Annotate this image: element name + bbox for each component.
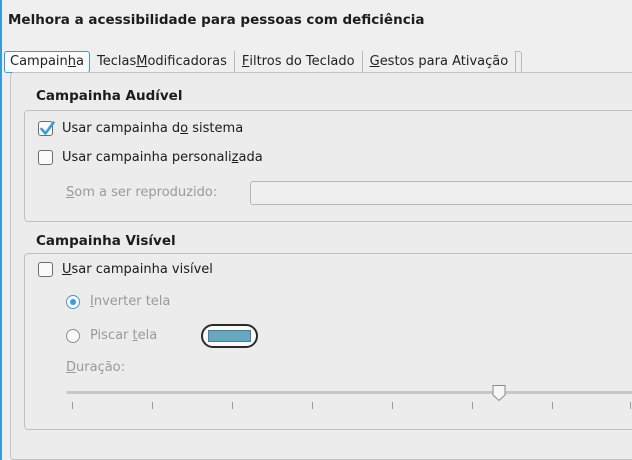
- tab-bar-end: [516, 51, 523, 73]
- custom-bell-label: Usar campainha personalizada: [62, 150, 263, 165]
- use-visible-bell-checkbox-row[interactable]: Usar campainha visível: [38, 262, 213, 277]
- use-visible-mnemonic: U: [62, 262, 72, 277]
- custom-bell-label-post: ada: [238, 150, 263, 165]
- sound-file-field[interactable]: [250, 181, 632, 205]
- slider-tick: [312, 402, 313, 409]
- duration-slider-track[interactable]: [66, 391, 632, 394]
- checkmark-icon: [40, 121, 55, 135]
- tab-activation-gestures[interactable]: Gestos para Ativação: [363, 51, 517, 73]
- system-bell-label: Usar campainha do sistema: [62, 121, 243, 136]
- tab-filters-label-post: iltros do Teclado: [249, 54, 355, 69]
- tab-modifier-keys[interactable]: Teclas Modificadoras: [90, 51, 235, 73]
- tab-gestures-mnemonic: G: [369, 54, 380, 69]
- system-bell-checkbox[interactable]: [38, 121, 55, 136]
- system-bell-label-post: sistema: [188, 121, 244, 136]
- flash-label-post: ela: [137, 328, 158, 343]
- tab-bell-label-post: a: [76, 54, 84, 69]
- tab-bell-mnemonic: h: [67, 54, 77, 69]
- system-bell-label-pre: Usar campainha d: [62, 121, 181, 136]
- page-title: Melhora a acessibilidade para pessoas co…: [8, 12, 425, 28]
- flash-color-button[interactable]: [201, 324, 258, 348]
- custom-bell-label-pre: Usar campainha personali: [62, 150, 232, 165]
- custom-bell-checkbox[interactable]: [38, 150, 53, 165]
- system-bell-checkbox-row[interactable]: Usar campainha do sistema: [38, 121, 243, 136]
- audible-bell-title: Campainha Audível: [36, 88, 183, 104]
- visible-bell-title: Campainha Visível: [36, 233, 176, 249]
- slider-tick: [552, 402, 553, 409]
- invert-screen-radio[interactable]: [66, 294, 80, 309]
- sound-label-mnemonic: S: [66, 185, 75, 200]
- use-visible-bell-checkbox[interactable]: [38, 262, 53, 277]
- duration-label-post: uração:: [76, 360, 126, 375]
- sound-to-play-label: Som a ser reproduzido:: [66, 185, 217, 200]
- flash-screen-radio[interactable]: [66, 328, 80, 343]
- sound-label-post: om a ser reproduzido:: [74, 185, 218, 200]
- slider-tick: [472, 402, 473, 409]
- custom-bell-checkbox-row[interactable]: Usar campainha personalizada: [38, 150, 263, 165]
- slider-tick: [232, 402, 233, 409]
- flash-screen-label: Piscar tela: [90, 328, 157, 343]
- slider-tick: [392, 402, 393, 409]
- flash-color-swatch: [208, 330, 251, 342]
- slider-tick: [72, 402, 73, 409]
- use-visible-bell-label: Usar campainha visível: [62, 262, 213, 277]
- tab-bell-label-pre: Campain: [10, 54, 68, 69]
- tab-keyboard-filters[interactable]: Filtros do Teclado: [235, 51, 363, 73]
- tab-modifier-label-pre: Teclas: [97, 54, 137, 69]
- duration-slider-handle[interactable]: [491, 384, 507, 402]
- tab-gestures-label-post: estos para Ativação: [379, 54, 509, 69]
- window-left-edge: [0, 0, 2, 460]
- invert-screen-label: Inverter tela: [90, 294, 170, 309]
- flash-screen-radio-row[interactable]: Piscar tela: [66, 328, 157, 343]
- use-visible-label-post: sar campainha visível: [71, 262, 213, 277]
- flash-label-pre: Piscar: [90, 328, 133, 343]
- duration-mnemonic: D: [66, 360, 77, 375]
- tab-bell[interactable]: Campain h a: [4, 51, 90, 73]
- slider-tick: [152, 402, 153, 409]
- tab-modifier-mnemonic: M: [136, 54, 148, 69]
- tab-filters-mnemonic: F: [241, 54, 250, 69]
- invert-label-post: nverter tela: [93, 294, 171, 309]
- system-bell-mnemonic: o: [180, 121, 189, 136]
- tab-bar: Campain h a Teclas Modificadoras Filtros d…: [4, 51, 632, 73]
- custom-bell-mnemonic: z: [231, 150, 239, 165]
- duration-label: Duração:: [66, 360, 125, 375]
- slider-tick: [630, 402, 631, 409]
- tab-modifier-label-post: odificadoras: [147, 54, 227, 69]
- invert-screen-radio-row[interactable]: Inverter tela: [66, 294, 170, 309]
